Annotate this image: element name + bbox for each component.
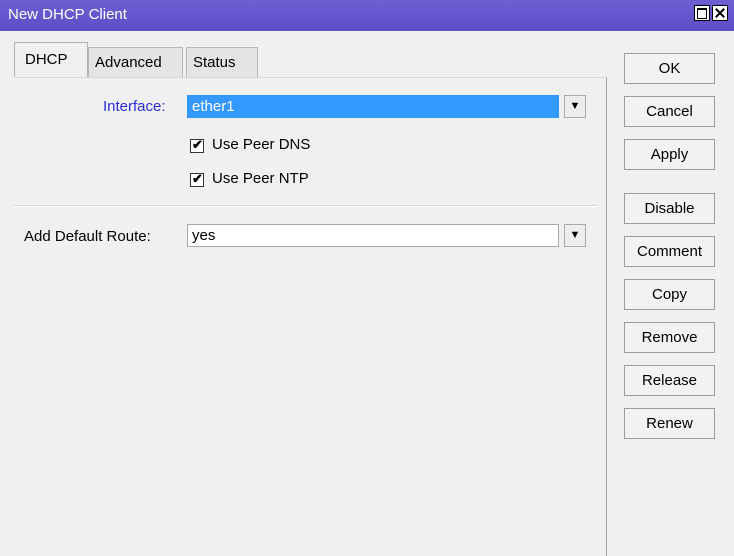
comment-button[interactable]: Comment <box>624 236 715 267</box>
ok-button[interactable]: OK <box>624 53 715 84</box>
tab-advanced[interactable]: Advanced <box>88 47 183 77</box>
dropdown-arrow-icon: ▼ <box>569 100 581 112</box>
check-icon: ✔ <box>192 171 203 186</box>
use-peer-dns-label: Use Peer DNS <box>212 136 311 153</box>
add-default-route-select[interactable]: yes <box>187 224 559 247</box>
title-bar: New DHCP Client <box>0 0 734 31</box>
use-peer-ntp-checkbox[interactable]: ✔ <box>190 171 204 187</box>
add-default-route-label: Add Default Route: <box>24 228 151 245</box>
interface-dropdown-button[interactable]: ▼ <box>564 95 586 118</box>
apply-button[interactable]: Apply <box>624 139 715 170</box>
interface-label: Interface: <box>103 98 166 115</box>
disable-button[interactable]: Disable <box>624 193 715 224</box>
copy-button[interactable]: Copy <box>624 279 715 310</box>
use-peer-dns-checkbox[interactable]: ✔ <box>190 137 204 153</box>
close-icon[interactable] <box>712 5 728 21</box>
check-icon: ✔ <box>192 137 203 152</box>
tab-dhcp[interactable]: DHCP <box>14 42 88 78</box>
remove-button[interactable]: Remove <box>624 322 715 353</box>
dropdown-arrow-icon: ▼ <box>569 229 581 241</box>
cancel-button[interactable]: Cancel <box>624 96 715 127</box>
renew-button[interactable]: Renew <box>624 408 715 439</box>
add-default-route-dropdown-button[interactable]: ▼ <box>564 224 586 247</box>
dhcp-tab-panel: Interface: ether1 ▼ ✔ Use Peer DNS ✔ Use… <box>14 77 607 556</box>
release-button[interactable]: Release <box>624 365 715 396</box>
window-title: New DHCP Client <box>8 6 127 23</box>
interface-select[interactable]: ether1 <box>187 95 559 118</box>
tab-status[interactable]: Status <box>186 47 258 77</box>
use-peer-ntp-label: Use Peer NTP <box>212 170 309 187</box>
section-divider <box>14 205 598 207</box>
maximize-icon[interactable] <box>694 5 710 21</box>
